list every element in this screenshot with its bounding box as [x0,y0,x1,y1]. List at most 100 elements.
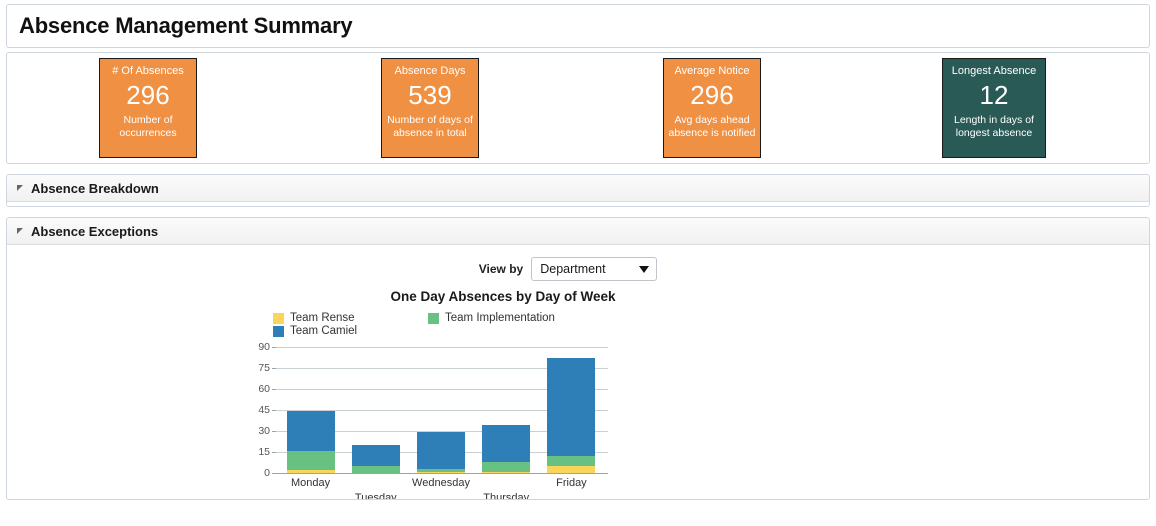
chart-plot-area: 0 15 30 45 60 75 90 Monday Tuesday Wednesday Thur… [248,341,608,499]
view-by-control: View by Department [7,245,1149,281]
x-axis-line [276,473,608,474]
x-label-slot: Monday [278,475,343,499]
bar-segment[interactable] [286,411,335,451]
kpi-label: Longest Absence [951,65,1037,77]
legend-label: Team Rense [290,312,355,324]
kpi-value: 296 [126,80,170,110]
legend-swatch-icon [273,325,284,337]
legend-item[interactable]: Team Rense [273,312,428,324]
bar-slot [408,347,473,473]
x-axis-labels: Monday Tuesday Wednesday Thursday Friday [278,475,604,500]
bar-slot [343,347,408,473]
kpi-strip: # Of Absences 296 Number of occurrences … [6,52,1150,164]
bar-segment[interactable] [286,470,335,473]
legend-swatch-icon [428,312,439,324]
y-axis-tick-label: 75 [258,362,270,374]
y-axis-tick-label: 45 [258,404,270,416]
kpi-card-absence-days[interactable]: Absence Days 539 Number of days of absen… [381,58,479,158]
kpi-card-average-notice[interactable]: Average Notice 296 Avg days ahead absenc… [663,58,761,158]
section-body-absence-breakdown [7,202,1149,206]
bar-segment[interactable] [417,471,465,473]
stacked-bar[interactable] [351,445,400,473]
kpi-description: Avg days ahead absence is notified [668,114,756,139]
legend-item[interactable]: Team Implementation [428,312,583,324]
section-title: Absence Exceptions [31,223,159,239]
y-axis-tick-mark [272,431,276,432]
y-axis-tick-mark [272,368,276,369]
x-label-slot: Thursday [474,475,539,500]
x-axis-tick-label: Thursday [483,492,530,500]
bar-segment[interactable] [482,471,531,473]
kpi-card-absences[interactable]: # Of Absences 296 Number of occurrences [99,58,197,158]
legend-label: Team Implementation [445,312,555,324]
kpi-slot-1: # Of Absences 296 Number of occurrences [7,58,289,158]
bar-segment[interactable] [417,432,465,469]
kpi-description: Length in days of longest absence [954,114,1034,139]
x-label-slot: Tuesday [343,475,408,500]
dashboard-page: Absence Management Summary # Of Absences… [0,0,1156,526]
y-axis-tick-mark [272,452,276,453]
kpi-description: Number of days of absence in total [387,114,473,139]
section-title: Absence Breakdown [31,180,159,196]
section-body-absence-exceptions: View by Department One Day Absences by D… [7,245,1149,499]
y-axis: 0 15 30 45 60 75 90 [248,341,274,479]
x-axis-tick-label: Wednesday [412,477,470,489]
bar-slot [278,347,343,473]
bar-segment[interactable] [351,466,400,473]
legend-item[interactable]: Team Camiel [273,325,428,337]
y-axis-tick-mark [272,347,276,348]
stacked-bar[interactable] [286,411,335,473]
view-by-select[interactable]: Department [531,257,658,281]
chart-bars [278,347,604,473]
y-axis-tick-label: 90 [258,341,270,353]
y-axis-tick-label: 60 [258,383,270,395]
y-axis-tick-mark [272,410,276,411]
chart-title: One Day Absences by Day of Week [390,289,616,304]
chart-container: One Day Absences by Day of Week Team Ren… [7,289,1149,499]
kpi-card-longest-absence[interactable]: Longest Absence 12 Length in days of lon… [942,58,1046,158]
kpi-description: Number of occurrences [119,114,177,139]
y-axis-tick-label: 15 [258,446,270,458]
bar-segment[interactable] [547,466,596,473]
kpi-value: 296 [690,80,734,110]
chart-legend: Team Rense Team Implementation Team Camiel [273,312,583,338]
page-title: Absence Management Summary [19,13,353,38]
x-axis-tick-label: Friday [556,477,587,489]
bar-segment[interactable] [547,456,596,466]
stacked-bar[interactable] [417,432,465,473]
section-absence-breakdown: Absence Breakdown [6,174,1150,207]
kpi-label: Average Notice [674,65,750,77]
bar-segment[interactable] [547,358,596,457]
x-label-slot: Wednesday [408,475,473,499]
kpi-value: 12 [979,80,1009,110]
view-by-label: View by [478,262,524,276]
x-label-slot: Friday [539,475,604,499]
y-axis-tick-label: 0 [264,467,270,479]
bar-slot [539,347,604,473]
kpi-slot-2: Absence Days 539 Number of days of absen… [289,58,571,158]
legend-label: Team Camiel [290,325,358,337]
kpi-value: 539 [408,80,452,110]
bar-segment[interactable] [351,445,400,466]
collapse-triangle-icon[interactable] [17,185,23,191]
x-axis-tick-label: Tuesday [354,492,397,500]
stacked-bar[interactable] [547,358,596,473]
bar-slot [474,347,539,473]
page-title-bar: Absence Management Summary [6,4,1150,48]
section-header-absence-exceptions[interactable]: Absence Exceptions [7,218,1149,245]
y-axis-tick-label: 30 [258,425,270,437]
kpi-label: # Of Absences [112,65,184,77]
bar-segment[interactable] [286,450,335,471]
kpi-slot-4: Longest Absence 12 Length in days of lon… [853,58,1135,158]
stacked-bar[interactable] [482,425,531,473]
section-header-absence-breakdown[interactable]: Absence Breakdown [7,175,1149,202]
legend-swatch-icon [273,312,284,324]
bar-segment[interactable] [482,425,531,462]
section-absence-exceptions: Absence Exceptions View by Department On… [6,217,1150,500]
chevron-down-icon[interactable] [639,265,650,273]
x-axis-tick-label: Monday [291,477,331,489]
bar-segment[interactable] [482,461,531,472]
collapse-triangle-icon[interactable] [17,228,23,234]
y-axis-tick-mark [272,389,276,390]
kpi-slot-3: Average Notice 296 Avg days ahead absenc… [571,58,853,158]
